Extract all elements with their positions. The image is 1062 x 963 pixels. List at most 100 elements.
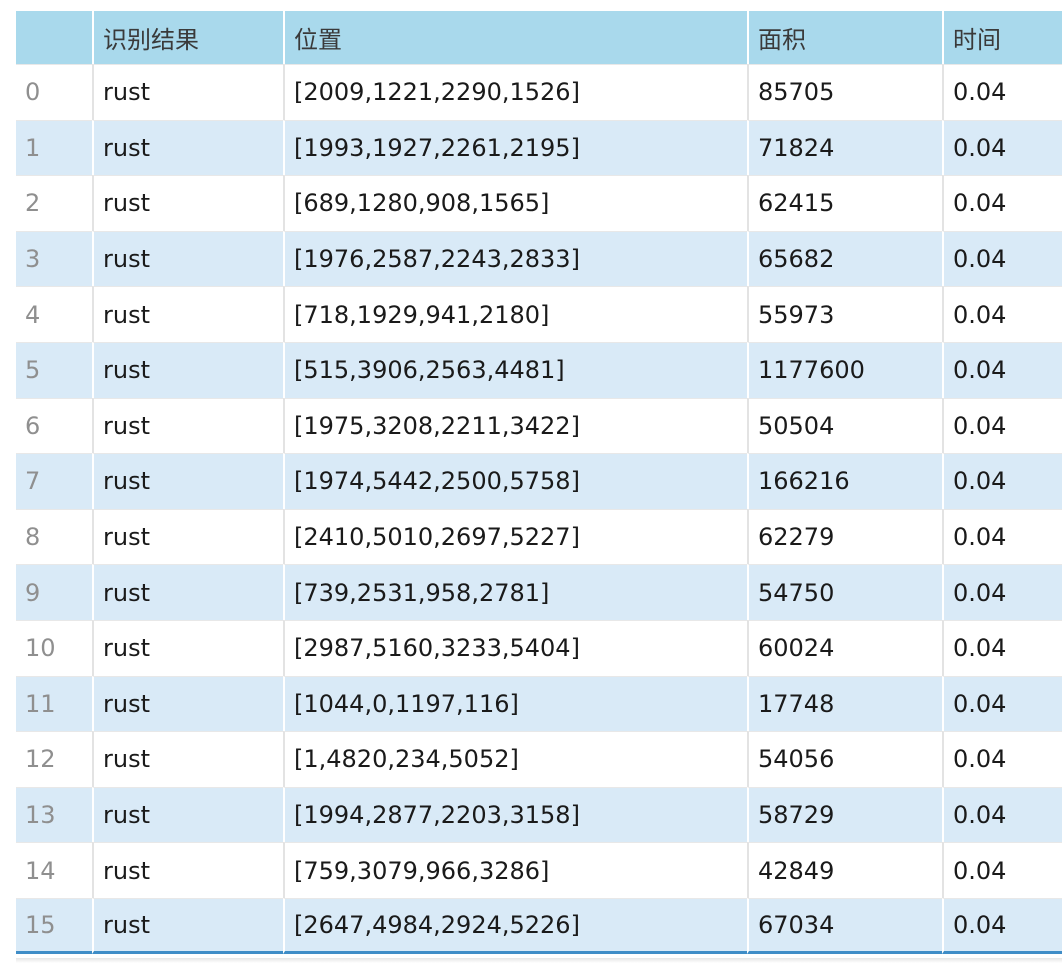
cell-time: 0.04 [942, 286, 1062, 342]
cell-index: 12 [16, 731, 92, 787]
cell-index: 5 [16, 341, 92, 398]
table-row[interactable]: 7 rust [1974,5442,2500,5758] 166216 0.04 [16, 453, 1062, 509]
table-row[interactable]: 12 rust [1,4820,234,5052] 54056 0.04 [16, 731, 1062, 787]
cell-result: rust [92, 119, 283, 176]
cell-time: 0.04 [942, 397, 1062, 454]
cell-area: 54750 [747, 564, 942, 620]
cell-time: 0.04 [942, 453, 1062, 509]
table-row[interactable]: 14 rust [759,3079,966,3286] 42849 0.04 [16, 842, 1062, 898]
cell-index: 6 [16, 397, 92, 454]
table-row[interactable]: 1 rust [1993,1927,2261,2195] 71824 0.04 [16, 119, 1062, 176]
cell-result: rust [92, 675, 283, 732]
table-row[interactable]: 2 rust [689,1280,908,1565] 62415 0.04 [16, 175, 1062, 231]
cell-area: 62279 [747, 508, 942, 565]
cell-position: [1974,5442,2500,5758] [283, 453, 747, 509]
cell-result: rust [92, 175, 283, 231]
cell-position: [718,1929,941,2180] [283, 286, 747, 342]
cell-position: [1044,0,1197,116] [283, 675, 747, 732]
table-row[interactable]: 8 rust [2410,5010,2697,5227] 62279 0.04 [16, 508, 1062, 565]
cell-time: 0.04 [942, 64, 1062, 120]
cell-area: 71824 [747, 119, 942, 176]
cell-result: rust [92, 508, 283, 565]
cell-position: [1976,2587,2243,2833] [283, 230, 747, 287]
cell-area: 65682 [747, 230, 942, 287]
cell-index: 8 [16, 508, 92, 565]
header-result[interactable]: 识别结果 [92, 11, 283, 64]
cell-time: 0.04 [942, 675, 1062, 732]
cell-result: rust [92, 286, 283, 342]
cell-time: 0.04 [942, 341, 1062, 398]
table-row[interactable]: 0 rust [2009,1221,2290,1526] 85705 0.04 [16, 64, 1062, 120]
cell-result: rust [92, 842, 283, 898]
cell-result: rust [92, 731, 283, 787]
cell-time: 0.04 [942, 175, 1062, 231]
table-row[interactable]: 4 rust [718,1929,941,2180] 55973 0.04 [16, 286, 1062, 342]
cell-index: 1 [16, 119, 92, 176]
cell-time: 0.04 [942, 786, 1062, 843]
table-row[interactable]: 15 rust [2647,4984,2924,5226] 67034 0.04 [16, 897, 1062, 954]
cell-time: 0.04 [942, 119, 1062, 176]
cell-position: [515,3906,2563,4481] [283, 341, 747, 398]
header-time[interactable]: 时间 [942, 11, 1062, 64]
cell-position: [2009,1221,2290,1526] [283, 64, 747, 120]
table-row[interactable]: 3 rust [1976,2587,2243,2833] 65682 0.04 [16, 230, 1062, 287]
results-table: 识别结果 位置 面积 时间 0 rust [2009,1221,2290,1526]… [16, 11, 1062, 954]
cell-area: 58729 [747, 786, 942, 843]
cell-area: 50504 [747, 397, 942, 454]
cell-position: [1,4820,234,5052] [283, 731, 747, 787]
cell-position: [2410,5010,2697,5227] [283, 508, 747, 565]
cell-result: rust [92, 64, 283, 120]
cell-index: 7 [16, 453, 92, 509]
table-row[interactable]: 13 rust [1994,2877,2203,3158] 58729 0.04 [16, 786, 1062, 843]
cell-time: 0.04 [942, 897, 1062, 954]
cell-index: 9 [16, 564, 92, 620]
cell-position: [1975,3208,2211,3422] [283, 397, 747, 454]
table-row[interactable]: 6 rust [1975,3208,2211,3422] 50504 0.04 [16, 397, 1062, 454]
table-row[interactable]: 9 rust [739,2531,958,2781] 54750 0.04 [16, 564, 1062, 620]
cell-index: 4 [16, 286, 92, 342]
cell-position: [739,2531,958,2781] [283, 564, 747, 620]
cell-result: rust [92, 230, 283, 287]
cell-result: rust [92, 564, 283, 620]
cell-time: 0.04 [942, 508, 1062, 565]
cell-index: 3 [16, 230, 92, 287]
cell-area: 55973 [747, 286, 942, 342]
cell-time: 0.04 [942, 842, 1062, 898]
cell-area: 62415 [747, 175, 942, 231]
cell-area: 1177600 [747, 341, 942, 398]
cell-index: 0 [16, 64, 92, 120]
cell-position: [2987,5160,3233,5404] [283, 619, 747, 676]
table-row[interactable]: 5 rust [515,3906,2563,4481] 1177600 0.04 [16, 341, 1062, 398]
cell-index: 13 [16, 786, 92, 843]
cell-index: 14 [16, 842, 92, 898]
cell-area: 54056 [747, 731, 942, 787]
table-row[interactable]: 10 rust [2987,5160,3233,5404] 60024 0.04 [16, 619, 1062, 676]
cell-result: rust [92, 341, 283, 398]
cell-position: [2647,4984,2924,5226] [283, 897, 747, 954]
table-body: 0 rust [2009,1221,2290,1526] 85705 0.04 1 rust… [16, 64, 1062, 954]
cell-area: 42849 [747, 842, 942, 898]
header-area[interactable]: 面积 [747, 11, 942, 64]
cell-index: 2 [16, 175, 92, 231]
cell-index: 11 [16, 675, 92, 732]
cell-index: 10 [16, 619, 92, 676]
cell-area: 166216 [747, 453, 942, 509]
cell-position: [1994,2877,2203,3158] [283, 786, 747, 843]
cell-area: 67034 [747, 897, 942, 954]
header-index[interactable] [16, 11, 92, 64]
table-row[interactable]: 11 rust [1044,0,1197,116] 17748 0.04 [16, 675, 1062, 732]
cell-result: rust [92, 786, 283, 843]
cell-result: rust [92, 619, 283, 676]
cell-result: rust [92, 453, 283, 509]
table-header: 识别结果 位置 面积 时间 [16, 11, 1062, 64]
cell-result: rust [92, 397, 283, 454]
cell-time: 0.04 [942, 731, 1062, 787]
cell-position: [1993,1927,2261,2195] [283, 119, 747, 176]
table-shadow [16, 958, 1062, 963]
cell-result: rust [92, 897, 283, 954]
cell-area: 85705 [747, 64, 942, 120]
cell-position: [689,1280,908,1565] [283, 175, 747, 231]
header-position[interactable]: 位置 [283, 11, 747, 64]
header-row: 识别结果 位置 面积 时间 [16, 11, 1062, 64]
results-table-container: 识别结果 位置 面积 时间 0 rust [2009,1221,2290,1526]… [16, 11, 1062, 958]
